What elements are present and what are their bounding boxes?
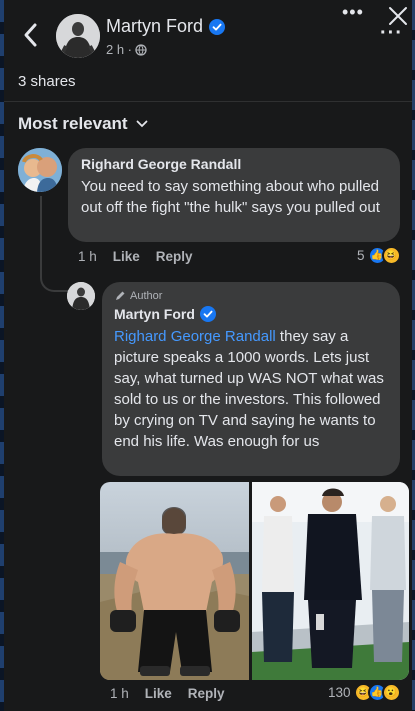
verified-badge-icon xyxy=(199,306,216,322)
more-horizontal-icon: ••• xyxy=(342,2,364,22)
post-options-button[interactable]: ··· xyxy=(380,22,403,45)
mention-link[interactable]: Righard George Randall xyxy=(114,328,276,345)
profile-name-label: Martyn Ford xyxy=(106,16,204,36)
commenter-avatar[interactable] xyxy=(18,148,62,192)
reply-time: 1 h xyxy=(110,686,129,701)
comment-screen: Martyn Ford 2 h · ••• ··· 3 shares Most … xyxy=(4,0,412,711)
haha-reaction-icon: 😆 xyxy=(381,246,401,265)
comment-bubble[interactable]: Righard George Randall You need to say s… xyxy=(68,148,400,242)
like-button[interactable]: Like xyxy=(113,249,140,264)
reply-author-label: Martyn Ford xyxy=(114,306,195,322)
reply-text: Righard George Randall they say a pictur… xyxy=(114,326,388,452)
globe-icon xyxy=(135,43,147,56)
photo-right[interactable] xyxy=(252,482,409,680)
reaction-count: 130 xyxy=(328,685,351,700)
comment-actions: 1 h Like Reply xyxy=(78,249,193,264)
more-horizontal-icon: ··· xyxy=(380,22,403,44)
avatar[interactable] xyxy=(56,14,100,58)
sort-label: Most relevant xyxy=(18,114,128,133)
reply-button[interactable]: Reply xyxy=(188,686,225,701)
reaction-count: 5 xyxy=(357,248,365,263)
post-meta: 2 h · xyxy=(106,42,147,57)
shares-count[interactable]: 3 shares xyxy=(18,73,76,90)
comment-text: You need to say something about who pull… xyxy=(81,178,380,216)
like-button[interactable]: Like xyxy=(145,686,172,701)
reply-body: they say a picture speaks a 1000 words. … xyxy=(114,328,384,450)
chevron-left-icon xyxy=(24,23,37,47)
back-button[interactable] xyxy=(20,22,42,48)
profile-name[interactable]: Martyn Ford xyxy=(106,16,226,37)
comment-author[interactable]: Righard George Randall xyxy=(81,156,387,172)
reply-button[interactable]: Reply xyxy=(156,249,193,264)
thread-connector xyxy=(40,258,70,292)
reply-avatar[interactable] xyxy=(67,282,95,310)
comment-time: 1 h xyxy=(78,249,97,264)
author-badge-label: Author xyxy=(130,290,163,302)
reply-actions: 1 h Like Reply xyxy=(110,686,225,701)
reply-author[interactable]: Martyn Ford xyxy=(114,306,388,322)
author-badge: Author xyxy=(114,290,388,302)
reply-bubble[interactable]: Author Martyn Ford Righard George Randal… xyxy=(102,282,400,476)
chevron-down-icon xyxy=(136,120,147,128)
post-time: 2 h · xyxy=(106,42,133,57)
verified-badge-icon xyxy=(209,18,226,35)
reaction-summary[interactable]: 130 😆 👍 😮 xyxy=(328,683,401,702)
photo-left[interactable] xyxy=(100,482,249,680)
sort-dropdown[interactable]: Most relevant xyxy=(18,114,148,134)
photo-attachment[interactable] xyxy=(100,482,409,680)
overlay-more-button[interactable]: ••• xyxy=(342,2,364,23)
divider xyxy=(4,101,412,102)
wow-reaction-icon: 😮 xyxy=(381,683,401,702)
reaction-summary[interactable]: 5 👍 😆 xyxy=(357,246,401,265)
pencil-icon xyxy=(116,291,125,300)
